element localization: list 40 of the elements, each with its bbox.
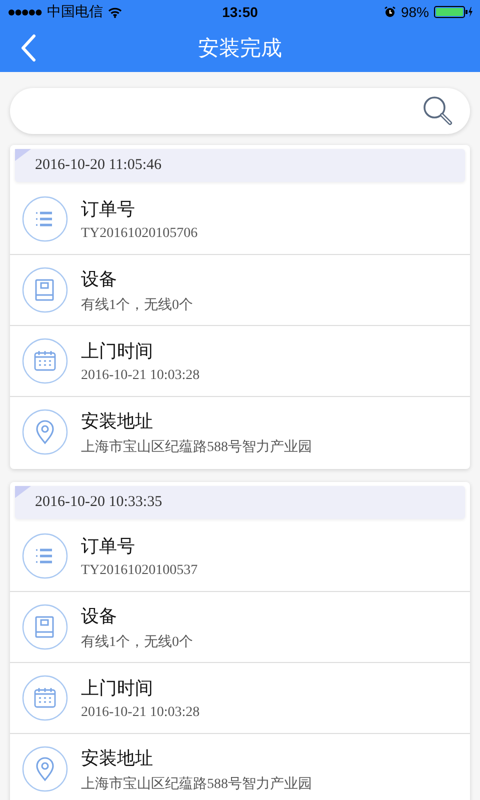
field-value: 2016-10-21 10:03:28 xyxy=(81,368,200,384)
signal-icon xyxy=(8,8,42,16)
order-timestamp: 2016-10-20 10:33:35 xyxy=(35,494,162,511)
field-value: TY20161020105706 xyxy=(81,226,198,242)
location-icon xyxy=(22,409,68,455)
field-value: TY20161020100537 xyxy=(81,562,198,578)
location-icon xyxy=(22,746,68,792)
corner-icon xyxy=(15,486,31,498)
field-label: 订单号 xyxy=(81,534,136,558)
carrier-text: 中国电信 xyxy=(47,3,103,21)
order-card[interactable]: 2016-10-20 10:33:35 订单号 TY20161020100537 设备 有线1个，无线0个 上门时间 2016-10-21 10:03:28 安装地址 上海市宝山区纪蕴路588号智力产业园 xyxy=(10,482,470,800)
field-label: 上门时间 xyxy=(81,676,154,700)
battery-icon xyxy=(434,6,474,18)
clock-text: 13:50 xyxy=(222,4,258,20)
book-icon xyxy=(22,604,68,650)
field-label: 设备 xyxy=(81,268,118,290)
field-label: 上门时间 xyxy=(81,340,154,362)
page-title: 安装完成 xyxy=(198,35,282,62)
wifi-icon xyxy=(108,6,122,18)
search-field[interactable] xyxy=(10,88,470,134)
field-value: 上海市宝山区纪蕴路588号智力产业园 xyxy=(81,775,312,792)
list-icon xyxy=(22,196,68,242)
field-label: 订单号 xyxy=(81,198,136,220)
field-value: 有线1个，无线0个 xyxy=(81,634,193,650)
order-card[interactable]: 2016-10-20 11:05:46 订单号 TY20161020105706 设备 有线1个，无线0个 上门时间 2016-10-21 10:03:28 安装地址 上海市宝山区纪蕴路588号智力产业园 xyxy=(10,145,470,469)
calendar-icon xyxy=(22,675,68,721)
field-label: 设备 xyxy=(81,604,118,628)
field-value: 有线1个，无线0个 xyxy=(81,296,193,314)
search-icon xyxy=(422,95,454,127)
alarm-icon xyxy=(384,6,396,18)
field-value: 2016-10-21 10:03:28 xyxy=(81,704,200,720)
corner-icon xyxy=(15,149,31,161)
calendar-icon xyxy=(22,338,68,384)
battery-text: 98% xyxy=(400,4,429,20)
field-label: 安装地址 xyxy=(81,746,154,770)
list-icon xyxy=(22,533,68,579)
field-label: 安装地址 xyxy=(81,410,154,432)
field-value: 上海市宝山区纪蕴路588号智力产业园 xyxy=(81,438,312,456)
order-timestamp: 2016-10-20 11:05:46 xyxy=(35,157,162,174)
book-icon xyxy=(22,267,68,313)
